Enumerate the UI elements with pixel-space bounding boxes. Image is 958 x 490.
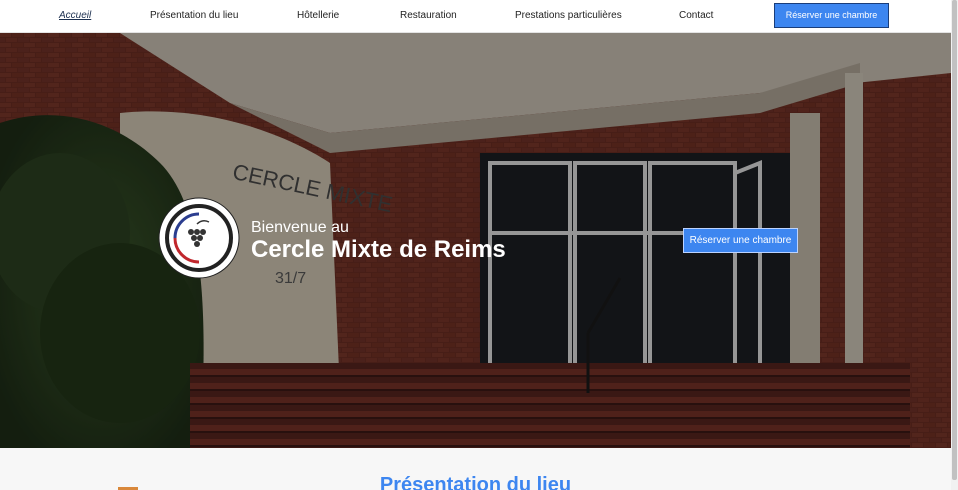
page: Accueil Présentation du lieu Hôtellerie … bbox=[0, 0, 958, 490]
section-title: Présentation du lieu bbox=[379, 474, 572, 490]
cercle-mixte-logo bbox=[158, 197, 240, 279]
page-scrollbar[interactable] bbox=[951, 0, 958, 490]
hero-kicker: Bienvenue au bbox=[251, 219, 349, 236]
nav-link-accueil[interactable]: Accueil bbox=[59, 10, 91, 21]
nav-link-presentation[interactable]: Présentation du lieu bbox=[150, 10, 238, 21]
nav-link-prestations[interactable]: Prestations particulières bbox=[515, 10, 622, 21]
nav-link-restauration[interactable]: Restauration bbox=[400, 10, 457, 21]
hero-book-room-button[interactable]: Réserver une chambre bbox=[683, 228, 798, 253]
nav-link-hotellerie[interactable]: Hôtellerie bbox=[297, 10, 339, 21]
top-navbar: Accueil Présentation du lieu Hôtellerie … bbox=[0, 0, 951, 33]
scrollbar-thumb[interactable] bbox=[952, 0, 957, 480]
nav-link-contact[interactable]: Contact bbox=[679, 10, 713, 21]
hero-banner: CERCLE MIXTE 31/7 Bienvenue au Cercle Mi… bbox=[0, 33, 951, 448]
nav-book-room-button[interactable]: Réserver une chambre bbox=[774, 3, 889, 28]
hero-title: Cercle Mixte de Reims bbox=[251, 236, 506, 263]
presentation-section: Présentation du lieu bbox=[0, 448, 951, 490]
